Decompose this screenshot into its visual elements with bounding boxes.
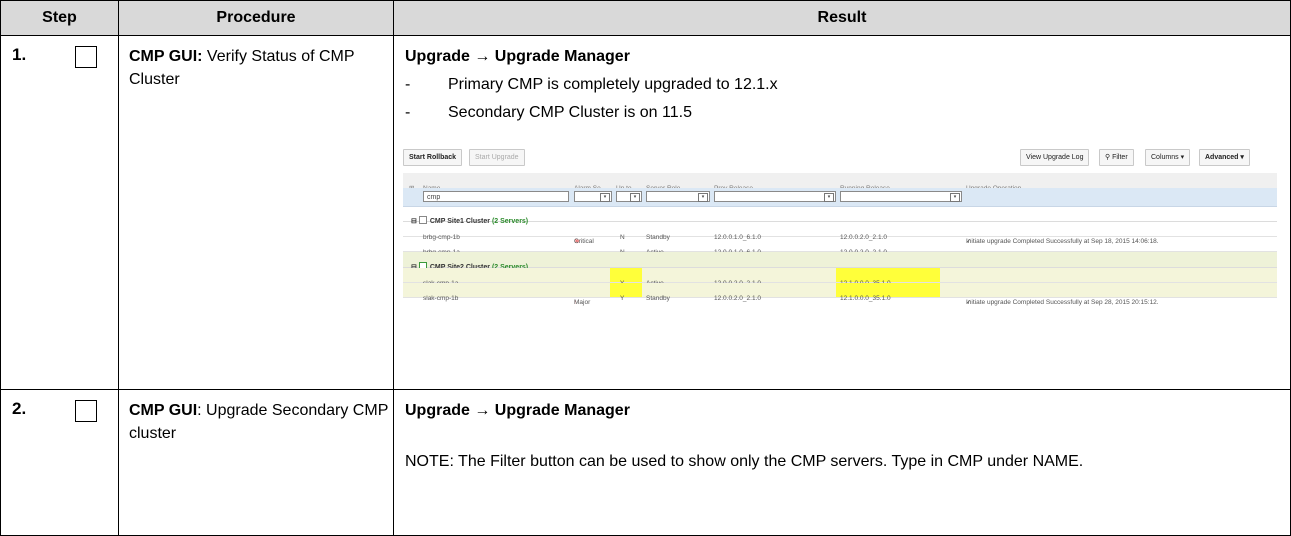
- upto-filter-select[interactable]: ▾: [616, 191, 642, 202]
- filter-button[interactable]: ⚲ Filter: [1099, 149, 1134, 166]
- procedure-table: Step Procedure Result 1. CMP GUI: Verify…: [0, 0, 1291, 536]
- advanced-button[interactable]: Advanced ▾: [1199, 149, 1250, 166]
- table-row[interactable]: slak-cmp-1b ! Major Y Standby 12.0.0.2.0…: [403, 283, 1277, 306]
- filter-icon: ⚲: [1105, 154, 1111, 161]
- header-result: Result: [393, 0, 1291, 36]
- result-title: Upgrade → Upgrade Manager: [405, 48, 630, 65]
- dropdown-icon: ▾: [950, 193, 960, 202]
- screenshot-toolbar: Start Rollback Start Upgrade View Upgrad…: [403, 146, 1277, 168]
- procedure-cell-1: CMP GUI: Verify Status of CMP Cluster: [118, 35, 394, 390]
- step-number: 1.: [12, 45, 27, 64]
- cluster-group[interactable]: ⊟ CMP Site2 Cluster (2 Servers): [403, 252, 1277, 271]
- bullet-item: - Primary CMP is completely upgraded to 1…: [405, 76, 778, 93]
- step-number: 2.: [12, 399, 27, 418]
- procedure-bold: CMP GUI:: [129, 48, 203, 65]
- procedure-cell-2: CMP GUI: Upgrade Secondary CMP cluster: [118, 389, 394, 536]
- note-text: NOTE: The Filter button can be used to s…: [405, 453, 1084, 470]
- start-rollback-button[interactable]: Start Rollback: [403, 149, 463, 166]
- procedure-text: CMP GUI: Verify Status of CMP Cluster: [119, 36, 393, 91]
- result-cell-1: Upgrade → Upgrade Manager - Primary CMP i…: [393, 35, 1291, 390]
- columns-button[interactable]: Columns ▾: [1145, 149, 1191, 166]
- name-filter-input[interactable]: cmp: [423, 191, 569, 202]
- upgrade-manager-screenshot: Start Rollback Start Upgrade View Upgrad…: [403, 146, 1277, 306]
- header-step: Step: [0, 0, 119, 36]
- dropdown-icon: ▾: [698, 193, 708, 202]
- header-procedure: Procedure: [118, 0, 394, 36]
- cluster-group[interactable]: ⊟ CMP Site1 Cluster (2 Servers): [403, 206, 1277, 225]
- step-checkbox[interactable]: [75, 400, 97, 422]
- filter-row: cmp ▾ ▾ ▾ ▾ ▾: [403, 188, 1277, 207]
- step-cell-1: 1.: [0, 35, 119, 390]
- grid-header: ⊞ Name Alarm Se... Up to ... Server Role…: [403, 173, 1277, 192]
- running-filter-select[interactable]: ▾: [840, 191, 962, 202]
- dropdown-icon: ▾: [824, 193, 834, 202]
- dropdown-icon: ▾: [600, 193, 610, 202]
- table-row[interactable]: brbg-cmp-1a ⊗ Critical N Active 12.0.0.1…: [403, 237, 1277, 260]
- table-row[interactable]: slak-cmp-1a ! Major Y Active 12.0.0.2.0_…: [403, 268, 1277, 291]
- prev-filter-select[interactable]: ▾: [714, 191, 836, 202]
- header-row: Step Procedure Result: [0, 0, 1291, 36]
- alarm-filter-select[interactable]: ▾: [574, 191, 612, 202]
- start-upgrade-button[interactable]: Start Upgrade: [469, 149, 525, 166]
- result-cell-2: Upgrade → Upgrade Manager NOTE: The Filt…: [393, 389, 1291, 536]
- dropdown-icon: ▾: [630, 193, 640, 202]
- view-upgrade-log-button[interactable]: View Upgrade Log: [1020, 149, 1090, 166]
- procedure-text: CMP GUI: Upgrade Secondary CMP cluster: [119, 390, 393, 445]
- step-checkbox[interactable]: [75, 46, 97, 68]
- table-row[interactable]: brbg-cmp-1b ⊗ Critical N Standby 12.0.0.…: [403, 222, 1277, 245]
- bullet-item: - Secondary CMP Cluster is on 11.5: [405, 104, 692, 121]
- step-cell-2: 2.: [0, 389, 119, 536]
- step-row-1: 1. CMP GUI: Verify Status of CMP Cluster…: [0, 35, 1291, 390]
- result-title: Upgrade → Upgrade Manager: [405, 402, 630, 419]
- step-row-2: 2. CMP GUI: Upgrade Secondary CMP cluste…: [0, 389, 1291, 536]
- procedure-bold: CMP GUI: [129, 402, 198, 419]
- role-filter-select[interactable]: ▾: [646, 191, 710, 202]
